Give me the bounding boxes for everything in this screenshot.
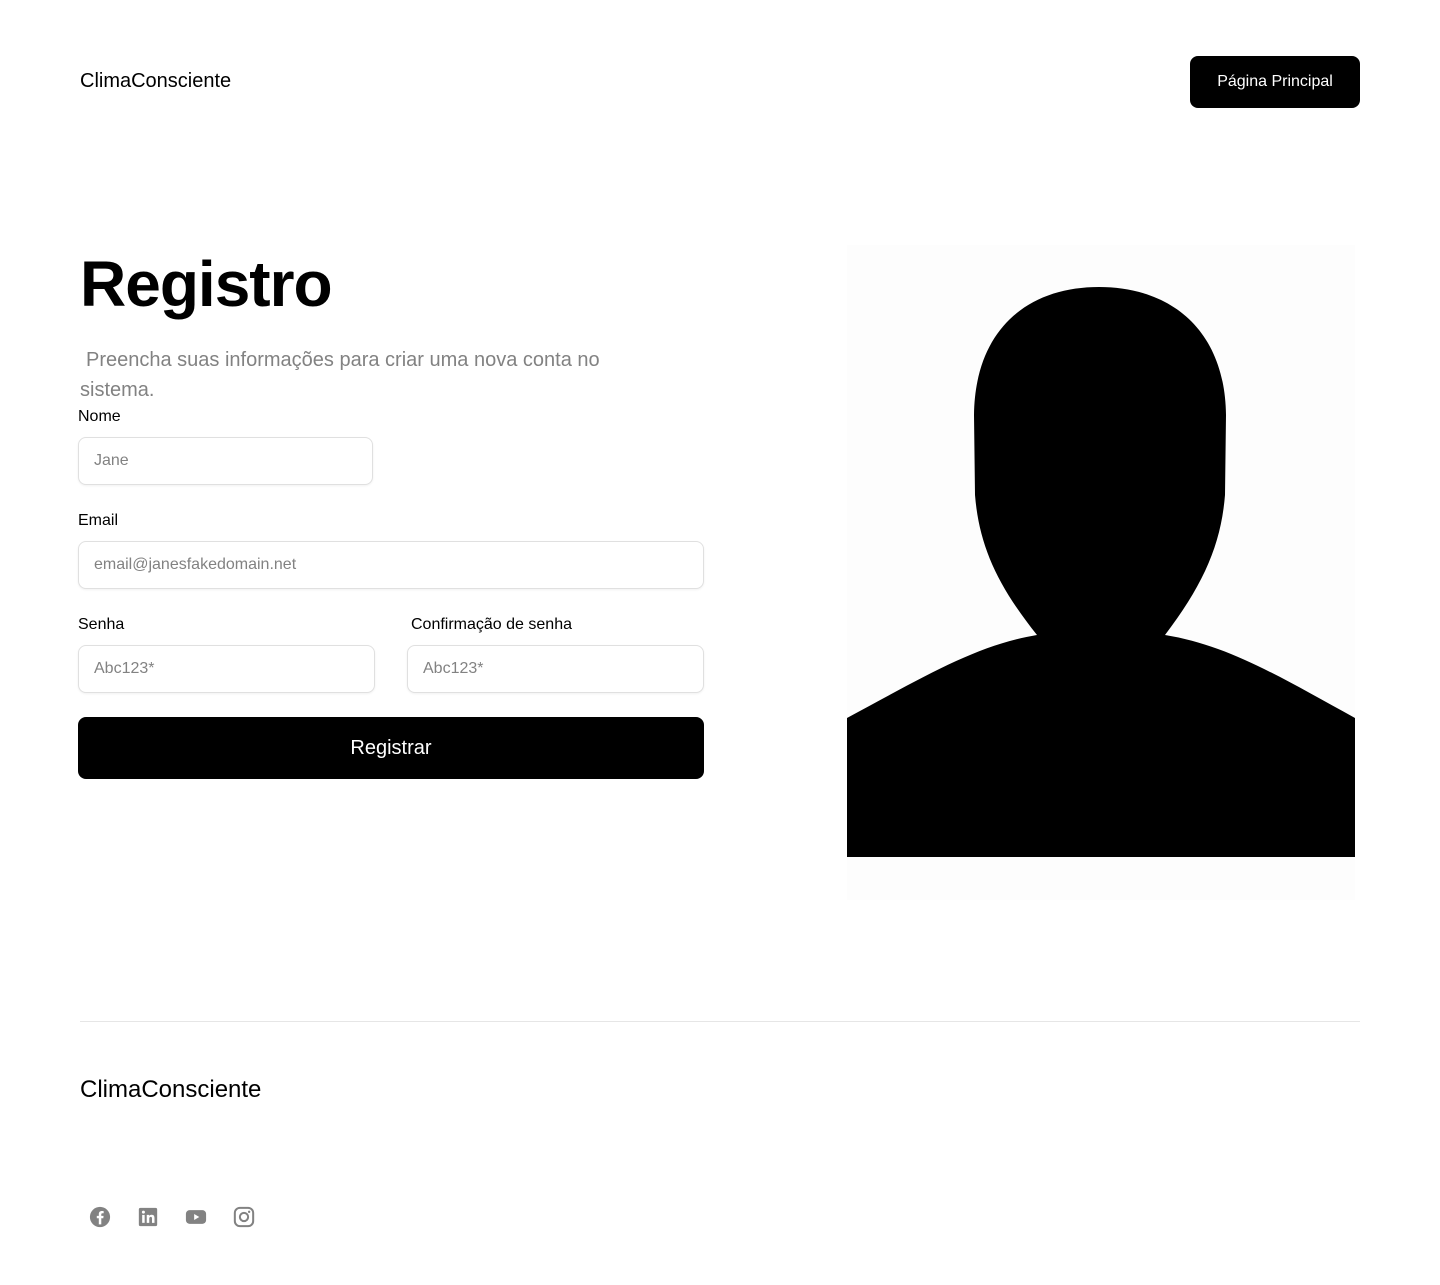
password-confirm-label: Confirmação de senha	[411, 616, 572, 633]
name-input[interactable]	[78, 437, 373, 485]
home-button[interactable]: Página Principal	[1190, 56, 1360, 108]
page-title: Registro	[80, 248, 333, 320]
footer-divider	[80, 1021, 1360, 1022]
footer-brand[interactable]: ClimaConsciente	[80, 1076, 261, 1104]
password-label: Senha	[78, 616, 125, 633]
password-input[interactable]	[78, 645, 375, 693]
facebook-icon[interactable]	[88, 1205, 112, 1229]
name-label: Nome	[78, 408, 121, 425]
password-confirm-input[interactable]	[407, 645, 704, 693]
instagram-icon[interactable]	[232, 1205, 256, 1229]
register-button[interactable]: Registrar	[78, 717, 704, 779]
brand-logo[interactable]: ClimaConsciente	[80, 70, 231, 93]
avatar-placeholder	[847, 245, 1355, 900]
page-subtitle: Preencha suas informações para criar uma…	[80, 349, 600, 401]
email-label: Email	[78, 512, 119, 529]
email-input[interactable]	[78, 541, 704, 589]
linkedin-icon[interactable]	[136, 1205, 160, 1229]
youtube-icon[interactable]	[184, 1205, 208, 1229]
user-silhouette-icon	[847, 287, 1355, 857]
